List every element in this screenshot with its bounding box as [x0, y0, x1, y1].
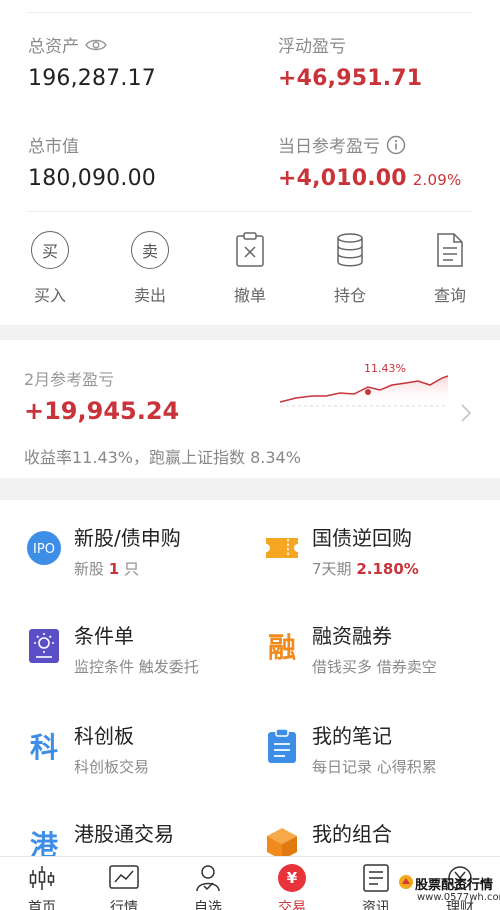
floating-pl-label: 浮动盈亏: [278, 37, 346, 57]
tab-watchlist[interactable]: 自选: [178, 863, 238, 910]
reverse-repo-entry[interactable]: 国债逆回购 7天期 2.180%: [264, 522, 500, 602]
buy-circle-icon: 买: [31, 231, 69, 269]
tab-trade[interactable]: ¥ 交易: [262, 863, 322, 910]
holdings-button[interactable]: 持仓: [300, 228, 400, 306]
market-value-label: 总市值: [28, 137, 79, 157]
summary-divider: [28, 211, 472, 212]
market-value-value: 180,090.00: [28, 166, 156, 191]
sell-label: 卖出: [133, 286, 166, 305]
top-divider: [28, 12, 472, 13]
query-document-icon: [437, 233, 463, 267]
watermark-url: www.0577wh.com: [417, 892, 500, 903]
condition-order-icon: [29, 629, 59, 663]
buy-label: 买入: [33, 286, 66, 305]
trade-yen-icon: ¥: [278, 864, 306, 892]
ipo-subscription-entry[interactable]: IPO 新股/债申购 新股 1 只: [26, 522, 266, 602]
watchlist-person-icon: [196, 865, 220, 892]
sparkline-peak-label: 11.43%: [364, 362, 406, 375]
news-doc-icon: [363, 864, 389, 892]
account-summary-card: 总资产 196,287.17 浮动盈亏 +46,951.71 总市值 180,0…: [0, 0, 500, 325]
quick-actions: 买 买入 卖 卖出 撤单 持仓 查询: [0, 228, 500, 318]
total-assets-label: 总资产: [28, 37, 79, 57]
query-label: 查询: [433, 286, 466, 305]
tab-trade-label: 交易: [278, 900, 306, 910]
daily-pl: 当日参考盈亏 +4,010.00 2.09%: [278, 132, 461, 191]
buy-button[interactable]: 买 买入: [0, 228, 100, 306]
ipo-icon: IPO: [27, 531, 61, 565]
watermark: 股票配资行情 www.0577wh.com: [398, 872, 500, 910]
sell-circle-icon: 卖: [131, 231, 169, 269]
margin-trading-subtitle: 借钱买多 借券卖空: [312, 658, 437, 676]
sparkline-peak-point: [365, 389, 371, 395]
tab-market[interactable]: 行情: [94, 863, 154, 910]
monthly-pl-description: 收益率11.43%，跑赢上证指数 8.34%: [24, 448, 301, 467]
monthly-pl-card[interactable]: 2月参考盈亏 +19,945.24 收益率11.43%，跑赢上证指数 8.34%…: [0, 340, 500, 478]
my-notes-subtitle: 每日记录 心得积累: [312, 758, 437, 776]
condition-order-entry[interactable]: 条件单 监控条件 触发委托: [26, 620, 266, 700]
market-chart-icon: [109, 865, 139, 889]
chevron-right-icon: [461, 404, 472, 422]
info-icon[interactable]: [386, 135, 406, 155]
home-candles-icon: [29, 866, 55, 890]
notes-clipboard-icon: [268, 728, 296, 763]
watermark-text: 股票配资行情: [415, 878, 494, 893]
services-grid: IPO 新股/债申购 新股 1 只 国债逆回购 7天期 2.180% 条件单 监…: [0, 500, 500, 862]
total-assets-value: 196,287.17: [28, 66, 156, 91]
daily-pl-label: 当日参考盈亏: [278, 137, 380, 157]
margin-trading-entry[interactable]: 融 融资融券 借钱买多 借券卖空: [264, 620, 500, 700]
reverse-repo-title: 国债逆回购: [312, 526, 412, 550]
ipo-title: 新股/债申购: [74, 526, 181, 550]
tab-watchlist-label: 自选: [194, 900, 222, 910]
star-market-subtitle: 科创板交易: [74, 758, 150, 776]
ticket-icon: [266, 538, 298, 558]
floating-pl-value: +46,951.71: [278, 66, 423, 91]
reverse-repo-subtitle: 7天期 2.180%: [312, 560, 419, 578]
margin-trading-title: 融资融券: [312, 624, 392, 648]
sparkline-area: [280, 376, 448, 406]
tab-news[interactable]: 资讯: [346, 863, 406, 910]
my-notes-title: 我的笔记: [312, 724, 392, 748]
holdings-stack-icon: [337, 233, 363, 267]
margin-trading-icon: 融: [267, 631, 296, 664]
monthly-pl-value: +19,945.24: [24, 397, 180, 425]
svg-text:IPO: IPO: [33, 542, 55, 557]
my-notes-entry[interactable]: 我的笔记 每日记录 心得积累: [264, 720, 500, 800]
monthly-pl-label: 2月参考盈亏: [24, 370, 115, 389]
tab-news-label: 资讯: [362, 900, 390, 910]
condition-order-title: 条件单: [74, 624, 134, 648]
total-assets: 总资产 196,287.17: [28, 32, 156, 91]
condition-order-subtitle: 监控条件 触发委托: [74, 658, 199, 676]
eye-icon[interactable]: [85, 38, 107, 52]
floating-pl: 浮动盈亏 +46,951.71: [278, 32, 422, 91]
my-portfolio-title: 我的组合: [312, 822, 392, 846]
star-market-title: 科创板: [74, 724, 134, 748]
cancel-order-button[interactable]: 撤单: [200, 228, 300, 306]
sell-button[interactable]: 卖 卖出: [100, 228, 200, 306]
watermark-logo-icon: [399, 875, 413, 889]
market-value: 总市值 180,090.00: [28, 132, 156, 191]
daily-pl-percent: 2.09%: [412, 171, 462, 189]
holdings-label: 持仓: [333, 286, 366, 305]
query-button[interactable]: 查询: [400, 228, 500, 306]
hk-connect-title: 港股通交易: [74, 822, 174, 846]
tab-home[interactable]: 首页: [12, 863, 72, 910]
monthly-trend-sparkline: 11.43%: [279, 362, 449, 407]
star-market-icon: 科: [29, 731, 58, 764]
tab-home-label: 首页: [28, 900, 56, 910]
ipo-subtitle: 新股 1 只: [74, 560, 139, 578]
daily-pl-value: +4,010.00: [278, 166, 407, 191]
star-market-entry[interactable]: 科 科创板 科创板交易: [26, 720, 266, 800]
tab-market-label: 行情: [110, 900, 138, 910]
cancel-order-label: 撤单: [233, 286, 266, 305]
cancel-order-icon: [236, 232, 264, 267]
